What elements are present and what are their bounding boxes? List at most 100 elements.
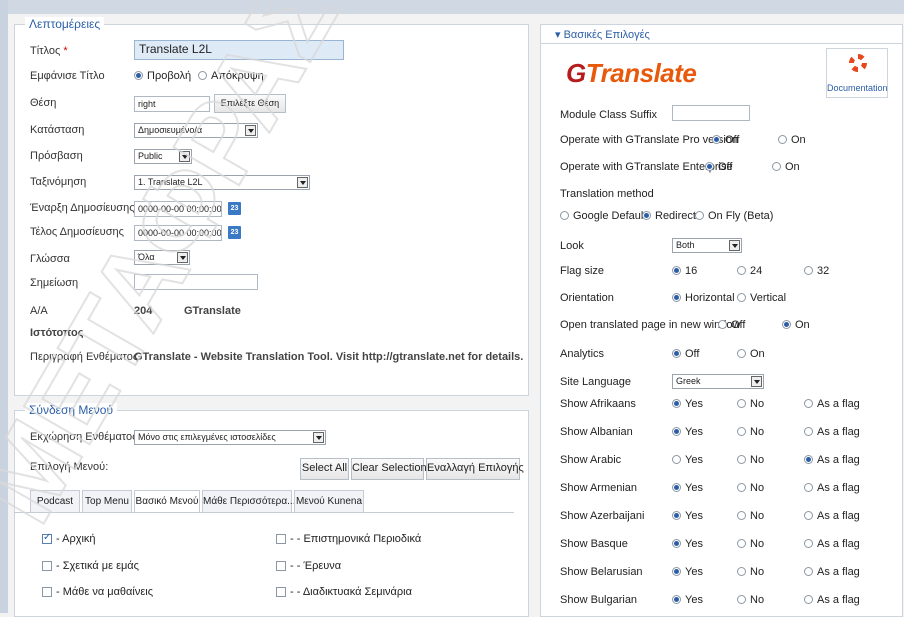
- language-no-label: No: [750, 594, 765, 606]
- method-onfly-label: On Fly (Beta): [708, 210, 774, 222]
- analytics-off-radio[interactable]: [672, 349, 681, 358]
- language-select[interactable]: Όλα: [134, 250, 190, 265]
- flag-32-label: 32: [817, 265, 830, 277]
- menu-item-checkbox[interactable]: [276, 561, 286, 571]
- tab-top-menu[interactable]: Top Menu: [82, 490, 132, 512]
- language-no-label: No: [750, 426, 765, 438]
- language-no-radio[interactable]: [737, 399, 746, 408]
- menu-item-label: - - Επιστημονικά Περιοδικά: [290, 533, 422, 545]
- analytics-on-radio[interactable]: [737, 349, 746, 358]
- show-title-hide-label: Απόκρυψη: [211, 70, 264, 82]
- language-flag-radio[interactable]: [804, 483, 813, 492]
- menu-item-checkbox[interactable]: [42, 532, 52, 544]
- language-no-radio[interactable]: [737, 539, 746, 548]
- calendar-icon[interactable]: 23: [228, 202, 241, 215]
- language-no-radio[interactable]: [737, 455, 746, 464]
- chevron-down-icon: [729, 240, 740, 251]
- menu-assignment-legend: Σύνδεση Μενού: [25, 403, 118, 417]
- language-no-label: No: [750, 510, 765, 522]
- language-yes-radio[interactable]: [672, 399, 681, 408]
- orientation-label: Orientation: [560, 292, 614, 304]
- left-edge: [0, 0, 8, 613]
- chevron-down-icon: [179, 151, 190, 162]
- orientation-vertical-radio[interactable]: [737, 293, 746, 302]
- tab-kunena[interactable]: Μενού Kunena: [294, 490, 364, 512]
- tab-main-menu[interactable]: Βασικό Μενού: [134, 490, 200, 513]
- menu-item-label: - Αρχική: [56, 533, 96, 545]
- language-no-radio[interactable]: [737, 595, 746, 604]
- language-yes-radio[interactable]: [672, 483, 681, 492]
- language-label: Γλώσσα: [30, 253, 70, 265]
- language-yes-radio[interactable]: [672, 567, 681, 576]
- look-label: Look: [560, 240, 584, 252]
- language-flag-label: As a flag: [817, 566, 860, 578]
- language-no-radio[interactable]: [737, 511, 746, 520]
- note-input[interactable]: [134, 274, 258, 290]
- language-yes-radio[interactable]: [672, 427, 681, 436]
- flag-24-radio[interactable]: [737, 266, 746, 275]
- show-title-show-radio[interactable]: [134, 71, 143, 80]
- method-google-radio[interactable]: [560, 211, 569, 220]
- show-title-hide-radio[interactable]: [198, 71, 207, 80]
- language-no-radio[interactable]: [737, 483, 746, 492]
- documentation-link[interactable]: Documentation: [826, 48, 888, 98]
- menu-item-checkbox[interactable]: [42, 561, 52, 571]
- language-flag-radio[interactable]: [804, 539, 813, 548]
- method-onfly-radio[interactable]: [695, 211, 704, 220]
- method-redirect-radio[interactable]: [642, 211, 651, 220]
- flag-32-radio[interactable]: [804, 266, 813, 275]
- site-language-select[interactable]: Greek: [672, 374, 764, 389]
- calendar-icon[interactable]: 23: [228, 226, 241, 239]
- toggle-selection-button[interactable]: Εναλλαγή Επιλογής: [426, 458, 524, 480]
- language-flag-radio[interactable]: [804, 427, 813, 436]
- access-select[interactable]: Public: [134, 149, 192, 164]
- status-select[interactable]: Δημοσιευμένο/α: [134, 123, 258, 138]
- ordering-label: Ταξινόμηση: [30, 176, 87, 188]
- language-flag-label: As a flag: [817, 482, 860, 494]
- language-no-radio[interactable]: [737, 567, 746, 576]
- enterprise-off-radio[interactable]: [705, 162, 714, 171]
- assign-select[interactable]: Μόνο στις επιλεγμένες ιστοσελίδες: [134, 430, 326, 445]
- look-select[interactable]: Both: [672, 238, 742, 253]
- pro-off-radio[interactable]: [712, 135, 721, 144]
- menu-item-checkbox[interactable]: [276, 534, 286, 544]
- language-flag-radio[interactable]: [804, 511, 813, 520]
- select-all-button[interactable]: Select All: [300, 458, 349, 480]
- clear-selection-button[interactable]: Clear Selection: [351, 458, 427, 480]
- flag-16-radio[interactable]: [672, 266, 681, 275]
- new-window-on-radio[interactable]: [782, 320, 791, 329]
- language-flag-radio[interactable]: [804, 595, 813, 604]
- basic-options-header[interactable]: ▾ Βασικές Επιλογές: [541, 25, 902, 44]
- language-flag-radio[interactable]: [804, 455, 813, 464]
- language-flag-radio[interactable]: [804, 567, 813, 576]
- position-input[interactable]: right: [134, 96, 210, 112]
- suffix-input[interactable]: [672, 105, 750, 121]
- select-position-button[interactable]: Επιλέξτε Θέση: [214, 94, 286, 113]
- new-window-off-radio[interactable]: [718, 320, 727, 329]
- assign-label: Εκχώρηση Ενθέματος: [30, 431, 138, 443]
- publish-end-input[interactable]: 0000-00-00 00:00:00: [134, 225, 222, 241]
- pro-on-label: On: [791, 134, 806, 146]
- orientation-horizontal-radio[interactable]: [672, 293, 681, 302]
- title-input[interactable]: Translate L2L: [134, 40, 344, 60]
- language-yes-radio[interactable]: [672, 455, 681, 464]
- menu-item-label: - Μάθε να μαθαίνεις: [56, 586, 154, 598]
- enterprise-on-radio[interactable]: [772, 162, 781, 171]
- pro-on-radio[interactable]: [778, 135, 787, 144]
- analytics-on-label: On: [750, 348, 765, 360]
- menu-item-checkbox[interactable]: [42, 587, 52, 597]
- tab-podcast[interactable]: Podcast: [30, 490, 80, 512]
- language-yes-radio[interactable]: [672, 595, 681, 604]
- new-window-on-label: On: [795, 319, 810, 331]
- menu-item-checkbox[interactable]: [276, 587, 286, 597]
- language-no-label: No: [750, 398, 765, 410]
- language-yes-radio[interactable]: [672, 511, 681, 520]
- flag-16-label: 16: [685, 265, 698, 277]
- language-no-radio[interactable]: [737, 427, 746, 436]
- tab-learn-more[interactable]: Μάθε Περισσότερα...: [202, 490, 295, 512]
- language-yes-radio[interactable]: [672, 539, 681, 548]
- publish-start-input[interactable]: 0000-00-00 00:00:00: [134, 201, 222, 217]
- publish-start-label: Έναρξη Δημοσίευσης: [30, 202, 135, 214]
- ordering-select[interactable]: 1. Translate L2L: [134, 175, 310, 190]
- language-flag-radio[interactable]: [804, 399, 813, 408]
